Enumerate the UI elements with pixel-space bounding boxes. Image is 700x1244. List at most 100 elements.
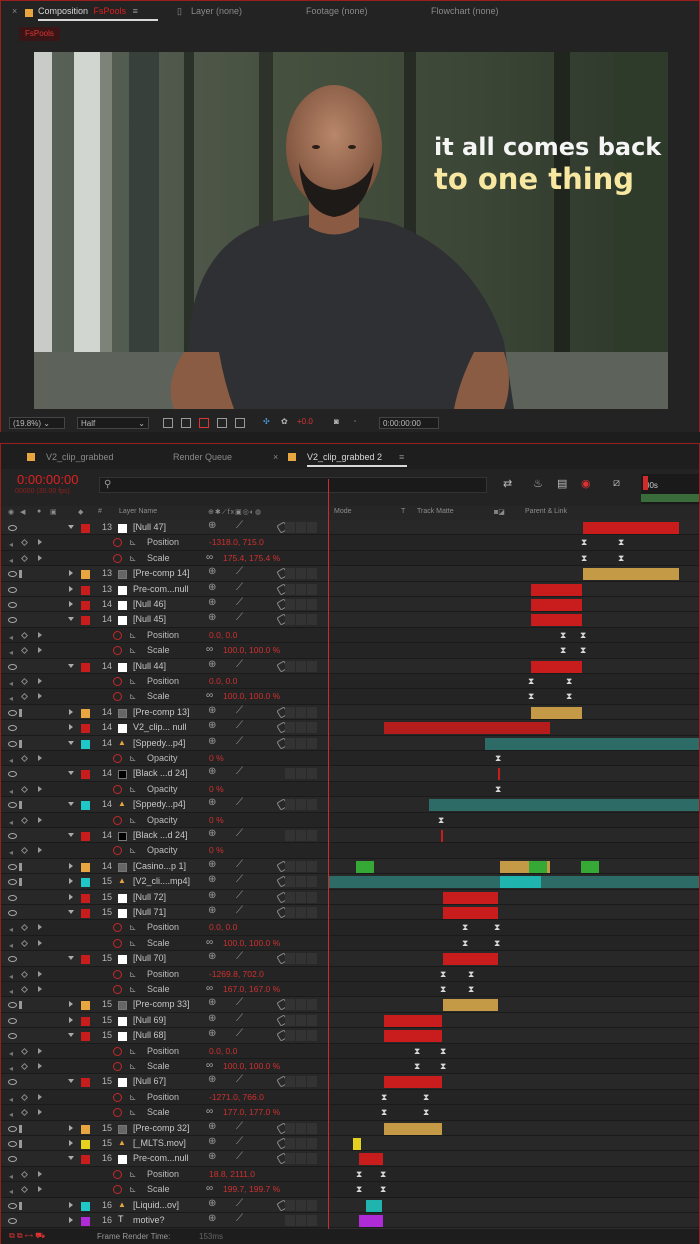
- keyframe-icon[interactable]: ⧗: [462, 938, 469, 948]
- layer-duration-bar[interactable]: [531, 599, 582, 611]
- current-time-display[interactable]: 0:00:00:00: [17, 472, 78, 487]
- layer-row[interactable]: 14 [Black ...d 24] ⊕ ⟋: [1, 766, 699, 782]
- exposure-value[interactable]: +0.0: [297, 417, 313, 429]
- switch-cell[interactable]: [296, 706, 306, 718]
- keyframe-nav-icon[interactable]: [20, 1170, 29, 1178]
- stopwatch-icon[interactable]: [113, 969, 122, 979]
- keyframe-next-icon[interactable]: [38, 554, 42, 561]
- switch-cell[interactable]: [296, 953, 306, 965]
- stopwatch-icon[interactable]: [113, 1062, 122, 1071]
- layer-duration-bar[interactable]: [500, 876, 541, 889]
- property-value[interactable]: -1318.0, 715.0: [209, 537, 264, 548]
- switch-cell[interactable]: [285, 722, 295, 734]
- label-tag-icon[interactable]: ◆: [78, 508, 83, 516]
- property-row[interactable]: ◂ ⊾ Opacity 0 % ⧗: [1, 751, 699, 767]
- switch-cell[interactable]: [307, 706, 317, 718]
- visibility-eye-icon[interactable]: [8, 879, 17, 886]
- layer-duration-bar[interactable]: [359, 1153, 383, 1166]
- shy-switch-icon[interactable]: ⊕: [208, 859, 216, 870]
- switch-cell[interactable]: [307, 799, 317, 811]
- switch-cell[interactable]: [285, 1122, 295, 1134]
- layer-duration-bar[interactable]: [443, 891, 498, 904]
- layer-name[interactable]: Pre-com...null: [133, 584, 189, 595]
- layer-duration-bar[interactable]: [441, 830, 443, 842]
- layer-duration-bar[interactable]: [384, 1076, 442, 1089]
- label-color-swatch[interactable]: [81, 524, 90, 533]
- shy-switch-icon[interactable]: ⊕: [208, 1151, 216, 1162]
- visibility-eye-icon[interactable]: [8, 863, 17, 870]
- twirl-open-icon[interactable]: [68, 833, 74, 837]
- quality-switch-icon[interactable]: ⟋: [236, 1121, 243, 1132]
- quality-switch-icon[interactable]: ⟋: [236, 797, 243, 808]
- layer-name[interactable]: [Null 47]: [133, 522, 166, 533]
- stopwatch-icon[interactable]: [113, 1046, 122, 1056]
- graph-icon[interactable]: ⊾: [129, 537, 137, 548]
- property-row[interactable]: ◂ ⊾ Opacity 0 % ⧗: [1, 781, 699, 798]
- graph-icon[interactable]: ⊾: [129, 676, 137, 687]
- property-value[interactable]: 100.0, 100.0 %: [223, 938, 280, 949]
- label-color-swatch[interactable]: [81, 1155, 90, 1165]
- property-row[interactable]: ◂ ⊾ Position -1269.8, 702.0 ⧗ ⧗: [1, 966, 699, 982]
- quality-switch-icon[interactable]: ⟋: [236, 1136, 243, 1147]
- switch-cell[interactable]: [285, 568, 295, 580]
- keyframe-icon[interactable]: ⧗: [381, 1107, 388, 1117]
- switch-cell[interactable]: [285, 891, 295, 903]
- constrain-link-icon[interactable]: ∞: [206, 1060, 213, 1071]
- layer-row[interactable]: 13 [Pre-comp 14] ⊕ ⟋: [1, 566, 699, 582]
- audio-speaker-icon[interactable]: [19, 1201, 24, 1210]
- guides-icon[interactable]: [235, 418, 245, 428]
- layer-name[interactable]: motive?: [133, 1215, 165, 1226]
- region-of-interest-icon[interactable]: [163, 418, 173, 428]
- property-row[interactable]: ◂ ⊾ Scale ∞ 167.0, 167.0 % ⧗ ⧗: [1, 982, 699, 998]
- layer-row[interactable]: 15 [Null 67] ⊕ ⟋: [1, 1074, 699, 1090]
- tab-flowchart[interactable]: Flowchart (none): [431, 6, 499, 16]
- shy-switch-icon[interactable]: ⊕: [208, 951, 216, 962]
- keyframe-nav-icon[interactable]: [20, 785, 29, 793]
- layer-duration-bar[interactable]: [531, 706, 582, 719]
- switch-cell[interactable]: [285, 907, 295, 918]
- shy-switch-icon[interactable]: ⊕: [208, 1028, 216, 1039]
- keyframe-icon[interactable]: ⧗: [440, 969, 447, 979]
- twirl-closed-icon[interactable]: [69, 1016, 73, 1023]
- switch-cell[interactable]: [285, 706, 295, 718]
- switch-cell[interactable]: [307, 660, 317, 672]
- layer-row[interactable]: 14 ▲ [Sppedy...p4] ⊕ ⟋: [1, 797, 699, 813]
- switch-cell[interactable]: [285, 860, 295, 872]
- layer-duration-bar[interactable]: [384, 1122, 442, 1135]
- quality-switch-icon[interactable]: ⟋: [236, 659, 243, 670]
- keyframe-nav-icon[interactable]: [20, 816, 29, 824]
- layer-row[interactable]: 15 [Pre-comp 32] ⊕ ⟋: [1, 1120, 699, 1136]
- layer-duration-bar[interactable]: [531, 660, 582, 673]
- quality-switch-icon[interactable]: ⟋: [236, 828, 243, 839]
- layer-duration-bar[interactable]: [443, 907, 498, 919]
- keyframe-icon[interactable]: ⧗: [468, 969, 475, 979]
- layer-name[interactable]: [Pre-comp 32]: [133, 1123, 190, 1134]
- twirl-closed-icon[interactable]: [69, 1217, 73, 1223]
- stopwatch-icon[interactable]: [113, 1092, 122, 1102]
- layer-name[interactable]: [Null 72]: [133, 892, 166, 903]
- switch-cell[interactable]: [285, 614, 295, 626]
- twirl-closed-icon[interactable]: [69, 862, 73, 869]
- keyframe-icon[interactable]: ⧗: [381, 1092, 388, 1102]
- mask-visibility-icon[interactable]: [199, 418, 209, 428]
- layer-name[interactable]: [Null 71]: [133, 907, 166, 918]
- graph-icon[interactable]: ⊾: [129, 645, 137, 656]
- keyframe-icon[interactable]: ⧗: [581, 537, 588, 547]
- layer-row[interactable]: 14 [Null 46] ⊕ ⟋: [1, 597, 699, 613]
- switch-cell[interactable]: [285, 1014, 295, 1026]
- shy-switch-icon[interactable]: ⊕: [208, 705, 216, 716]
- audio-speaker-icon[interactable]: [19, 1001, 24, 1010]
- visibility-eye-icon[interactable]: [8, 910, 17, 916]
- property-row[interactable]: ◂ ⊾ Opacity 0 %: [1, 843, 699, 859]
- layer-row[interactable]: 15 [Null 68] ⊕ ⟋: [1, 1028, 699, 1044]
- property-value[interactable]: 0.0, 0.0: [209, 922, 237, 933]
- label-color-swatch[interactable]: [81, 1201, 90, 1211]
- switch-cell[interactable]: [307, 907, 317, 918]
- quality-switch-icon[interactable]: ⟋: [236, 705, 243, 716]
- switch-cell[interactable]: [296, 860, 306, 872]
- layer-name[interactable]: V2_clip... null: [133, 722, 187, 733]
- property-row[interactable]: ◂ ⊾ Position -1318.0, 715.0 ⧗ ⧗: [1, 535, 699, 551]
- visibility-eye-icon[interactable]: [8, 1125, 17, 1132]
- keyframe-next-icon[interactable]: [38, 1109, 42, 1116]
- layer-row[interactable]: 14 [Casino...p 1] ⊕ ⟋: [1, 858, 699, 875]
